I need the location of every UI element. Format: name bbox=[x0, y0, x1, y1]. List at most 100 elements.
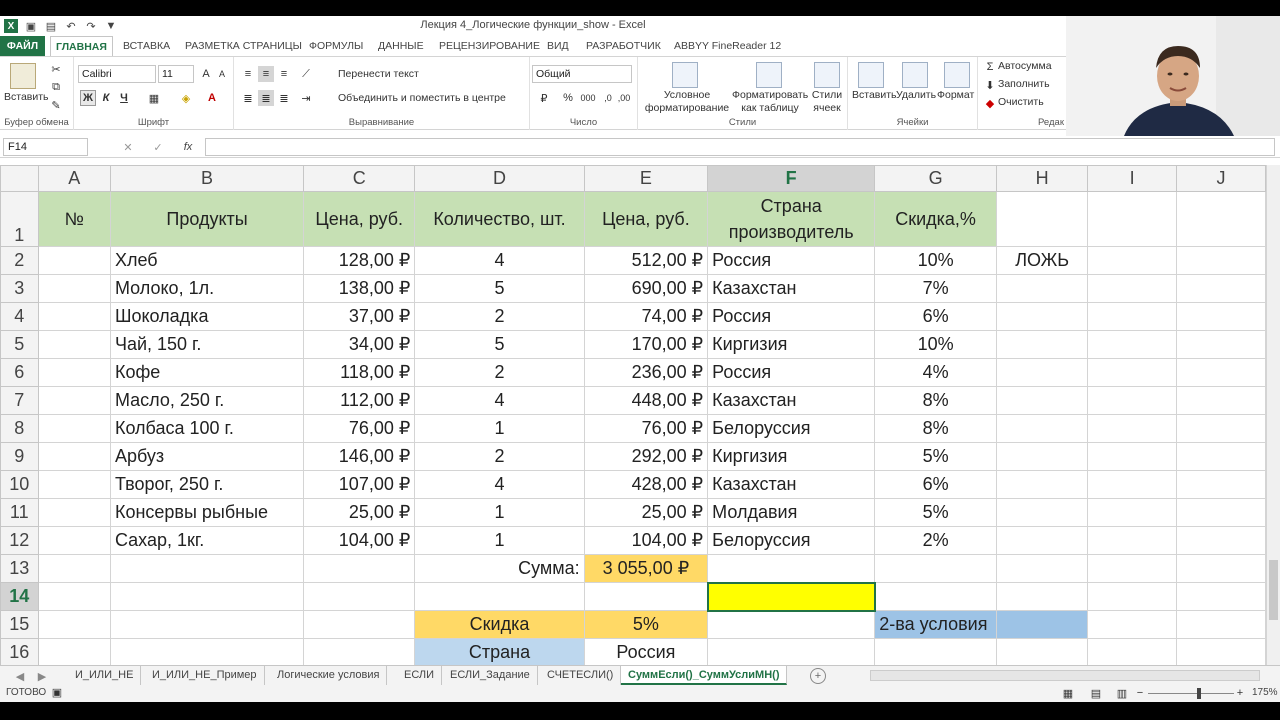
sum-label[interactable]: Сумма: bbox=[414, 554, 585, 583]
cell[interactable]: 2 bbox=[414, 302, 585, 331]
row-header[interactable]: 5 bbox=[0, 330, 39, 359]
cell[interactable] bbox=[1087, 330, 1177, 359]
cell[interactable] bbox=[1176, 498, 1266, 527]
cell[interactable]: 10% bbox=[874, 330, 997, 359]
cell[interactable] bbox=[1176, 442, 1266, 471]
cell[interactable]: 2 bbox=[414, 442, 585, 471]
sheet-tab-active[interactable]: СуммЕсли()_СуммУслиМН() bbox=[621, 666, 788, 685]
autosum-icon[interactable]: Σ bbox=[982, 59, 998, 75]
cell[interactable] bbox=[1087, 610, 1177, 639]
cell[interactable]: 236,00 ₽ bbox=[583, 358, 709, 387]
column-header[interactable]: B bbox=[109, 165, 305, 192]
cell[interactable]: 6% bbox=[874, 470, 997, 499]
name-box[interactable]: F14 bbox=[3, 138, 88, 156]
indent-icon[interactable]: ⇥ bbox=[298, 90, 314, 106]
cell[interactable] bbox=[303, 610, 416, 639]
cell[interactable]: Молдавия bbox=[707, 498, 876, 527]
cell[interactable] bbox=[1087, 274, 1177, 303]
cell[interactable] bbox=[303, 638, 416, 665]
row-header-selected[interactable]: 14 bbox=[0, 582, 39, 611]
insert-function-icon[interactable]: fx bbox=[180, 139, 196, 155]
cell[interactable]: 6% bbox=[874, 302, 997, 331]
cell[interactable] bbox=[37, 386, 111, 415]
cell[interactable] bbox=[37, 358, 111, 387]
tab-view[interactable]: ВИД bbox=[542, 36, 574, 56]
scroll-thumb[interactable] bbox=[1269, 560, 1278, 620]
cell[interactable]: Россия bbox=[707, 246, 876, 275]
cell[interactable]: Россия bbox=[707, 358, 876, 387]
align-bottom-icon[interactable]: ≡ bbox=[276, 66, 292, 82]
sheet-tab[interactable]: И_ИЛИ_НЕ bbox=[68, 666, 142, 685]
cell[interactable] bbox=[583, 582, 709, 611]
cell[interactable] bbox=[995, 442, 1089, 471]
cell[interactable]: 5 bbox=[414, 274, 585, 303]
formula-input[interactable] bbox=[205, 138, 1275, 156]
cell[interactable]: Цена, руб. bbox=[303, 191, 416, 247]
row-header[interactable]: 15 bbox=[0, 610, 39, 639]
number-format-select[interactable]: Общий bbox=[532, 65, 632, 83]
cell[interactable] bbox=[995, 638, 1089, 665]
row-header[interactable]: 12 bbox=[0, 526, 39, 555]
column-header[interactable]: E bbox=[583, 165, 709, 192]
column-header[interactable]: A bbox=[37, 165, 111, 192]
italic-button[interactable]: К bbox=[98, 90, 114, 106]
cell[interactable] bbox=[1176, 246, 1266, 275]
tab-page-layout[interactable]: РАЗМЕТКА СТРАНИЦЫ bbox=[180, 36, 307, 56]
row-header[interactable]: 9 bbox=[0, 442, 39, 471]
cell[interactable] bbox=[995, 582, 1089, 611]
cell[interactable] bbox=[37, 526, 111, 555]
cell[interactable]: 7% bbox=[874, 274, 997, 303]
discount-label[interactable]: Скидка bbox=[414, 610, 585, 639]
bold-button[interactable]: Ж bbox=[80, 90, 96, 106]
cell[interactable] bbox=[1087, 246, 1177, 275]
row-header[interactable]: 6 bbox=[0, 358, 39, 387]
cell[interactable]: 690,00 ₽ bbox=[583, 274, 709, 303]
prev-sheet-icon[interactable]: ◀ bbox=[12, 668, 28, 684]
row-header[interactable]: 16 bbox=[0, 638, 39, 665]
thousands-icon[interactable]: 000 bbox=[580, 90, 596, 106]
horizontal-scrollbar[interactable] bbox=[870, 670, 1260, 681]
row-header[interactable]: 3 bbox=[0, 274, 39, 303]
row-header[interactable]: 8 bbox=[0, 414, 39, 443]
cell[interactable]: 4 bbox=[414, 386, 585, 415]
cell[interactable]: Чай, 150 г. bbox=[109, 330, 305, 359]
underline-button[interactable]: Ч bbox=[116, 90, 132, 106]
tab-insert[interactable]: ВСТАВКА bbox=[118, 36, 175, 56]
cell[interactable] bbox=[1176, 302, 1266, 331]
row-header[interactable]: 10 bbox=[0, 470, 39, 499]
country-value[interactable]: Россия bbox=[583, 638, 709, 665]
cell[interactable] bbox=[109, 610, 305, 639]
cell[interactable] bbox=[303, 554, 416, 583]
row-header[interactable]: 1 bbox=[0, 191, 39, 247]
clear-icon[interactable]: ◆ bbox=[982, 95, 998, 111]
copy-icon[interactable]: ⧉ bbox=[48, 79, 64, 95]
cell[interactable] bbox=[995, 554, 1089, 583]
cell[interactable]: 37,00 ₽ bbox=[303, 302, 416, 331]
cell[interactable]: 512,00 ₽ bbox=[583, 246, 709, 275]
normal-view-icon[interactable]: ▦ bbox=[1060, 685, 1076, 701]
cell[interactable]: 104,00 ₽ bbox=[303, 526, 416, 555]
cell[interactable] bbox=[707, 610, 876, 639]
cell[interactable]: 5% bbox=[874, 498, 997, 527]
column-header[interactable]: H bbox=[995, 165, 1089, 192]
cell[interactable]: 2% bbox=[874, 526, 997, 555]
merge-center-button[interactable]: Объединить и поместить в центре bbox=[338, 92, 506, 104]
cell[interactable] bbox=[1176, 330, 1266, 359]
decrease-decimal-icon[interactable]: ,00 bbox=[616, 90, 632, 106]
cell[interactable] bbox=[37, 330, 111, 359]
align-center-icon[interactable]: ≣ bbox=[258, 90, 274, 106]
cell[interactable]: Россия bbox=[707, 302, 876, 331]
cell[interactable] bbox=[37, 498, 111, 527]
cell[interactable]: 1 bbox=[414, 414, 585, 443]
sheet-tab[interactable]: СЧЕТЕСЛИ() bbox=[540, 666, 622, 685]
cell[interactable] bbox=[707, 554, 876, 583]
cell[interactable] bbox=[995, 330, 1089, 359]
cell[interactable]: Казахстан bbox=[707, 274, 876, 303]
zoom-out-icon[interactable]: − bbox=[1132, 685, 1148, 701]
cell[interactable] bbox=[1087, 191, 1177, 247]
cell[interactable]: Колбаса 100 г. bbox=[109, 414, 305, 443]
sheet-tab[interactable]: И_ИЛИ_НЕ_Пример bbox=[145, 666, 265, 685]
cell[interactable] bbox=[1176, 470, 1266, 499]
cell[interactable] bbox=[1176, 386, 1266, 415]
cell[interactable]: № bbox=[37, 191, 111, 247]
